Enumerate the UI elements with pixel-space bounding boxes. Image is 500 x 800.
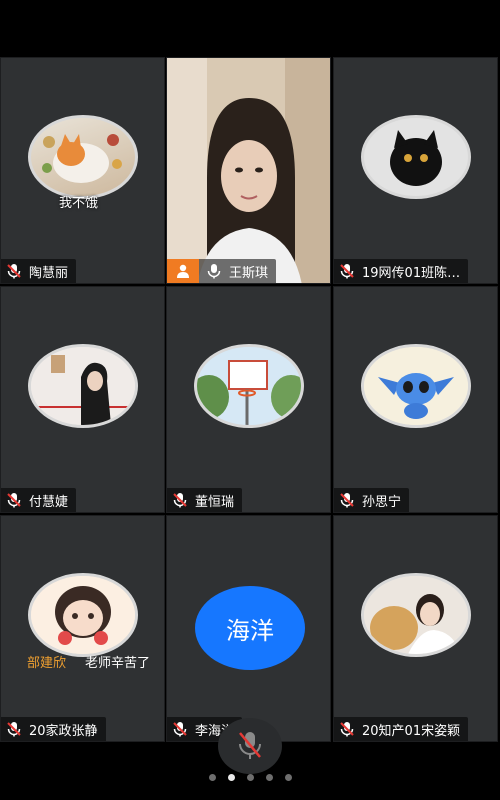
mute-toggle-button[interactable] bbox=[218, 718, 282, 774]
nameplate: 陶慧丽 bbox=[1, 259, 77, 283]
page-dot[interactable] bbox=[246, 774, 254, 781]
nameplate: 王斯琪 bbox=[167, 259, 277, 283]
avatar-girl-with-dog bbox=[360, 572, 471, 657]
nameplate: 20知产01宋姿颖 bbox=[334, 717, 469, 741]
participant-name: 孙思宁 bbox=[362, 494, 402, 510]
mic-muted-icon bbox=[7, 264, 21, 279]
participant-name: 陶慧丽 bbox=[29, 265, 69, 281]
mic-muted-icon bbox=[239, 732, 261, 759]
page-dot-active[interactable] bbox=[227, 774, 235, 781]
participant-name: 付慧婕 bbox=[29, 494, 69, 510]
mic-muted-icon bbox=[173, 493, 187, 508]
mic-icon bbox=[207, 264, 221, 279]
participant-name: 19网传01班陈… bbox=[362, 265, 461, 281]
page-indicator[interactable] bbox=[0, 774, 500, 781]
tile-caption-right: 老师辛苦了 bbox=[85, 656, 151, 671]
mic-muted-icon bbox=[340, 722, 354, 737]
avatar-stitch bbox=[360, 343, 471, 428]
page-dot[interactable] bbox=[265, 774, 273, 781]
nameplate: 董恒瑞 bbox=[167, 488, 243, 512]
avatar-basketball-hoop bbox=[193, 343, 304, 428]
avatar-text-circle: 海洋 bbox=[195, 586, 305, 670]
page-dot[interactable] bbox=[284, 774, 292, 781]
avatar-text: 海洋 bbox=[226, 616, 274, 645]
mic-muted-icon bbox=[340, 264, 354, 279]
tile-caption-left: 部建欣 bbox=[27, 656, 67, 671]
participant-tile-7[interactable]: 部建欣 老师辛苦了 20家政张静 bbox=[0, 515, 165, 742]
participant-name: 王斯琪 bbox=[229, 265, 269, 281]
avatar-black-cat bbox=[360, 114, 471, 199]
participant-name: 董恒瑞 bbox=[195, 494, 235, 510]
mic-muted-icon bbox=[340, 493, 354, 508]
tile-caption: 我不饿 bbox=[59, 196, 99, 211]
host-badge bbox=[167, 259, 199, 283]
participant-tile-3[interactable]: 19网传01班陈… bbox=[333, 57, 498, 284]
avatar-girl-portrait bbox=[27, 343, 138, 428]
participant-tile-2-video[interactable]: 王斯琪 bbox=[166, 57, 331, 284]
participant-name: 20家政张静 bbox=[29, 723, 98, 739]
nameplate: 20家政张静 bbox=[1, 717, 106, 741]
participant-grid: 我不饿 陶慧丽 王斯琪 19网传01班陈… 付慧婕 董恒瑞 孙思宁 部建欣 老师… bbox=[0, 57, 500, 743]
avatar-cat-food bbox=[27, 114, 138, 199]
participant-tile-1[interactable]: 我不饿 陶慧丽 bbox=[0, 57, 165, 284]
mic-muted-icon bbox=[7, 493, 21, 508]
page-dot[interactable] bbox=[208, 774, 216, 781]
nameplate: 19网传01班陈… bbox=[334, 259, 469, 283]
person-icon bbox=[177, 264, 189, 278]
participant-tile-8[interactable]: 海洋 李海洋 bbox=[166, 515, 331, 742]
participant-tile-9[interactable]: 20知产01宋姿颖 bbox=[333, 515, 498, 742]
nameplate: 付慧婕 bbox=[1, 488, 77, 512]
participant-tile-6[interactable]: 孙思宁 bbox=[333, 286, 498, 513]
participant-tile-5[interactable]: 董恒瑞 bbox=[166, 286, 331, 513]
nameplate: 孙思宁 bbox=[334, 488, 410, 512]
mic-muted-icon bbox=[7, 722, 21, 737]
participant-tile-4[interactable]: 付慧婕 bbox=[0, 286, 165, 513]
avatar-cartoon-girl bbox=[27, 572, 138, 657]
mic-muted-icon bbox=[173, 722, 187, 737]
video-feed bbox=[167, 58, 330, 283]
participant-name: 20知产01宋姿颖 bbox=[362, 723, 461, 739]
